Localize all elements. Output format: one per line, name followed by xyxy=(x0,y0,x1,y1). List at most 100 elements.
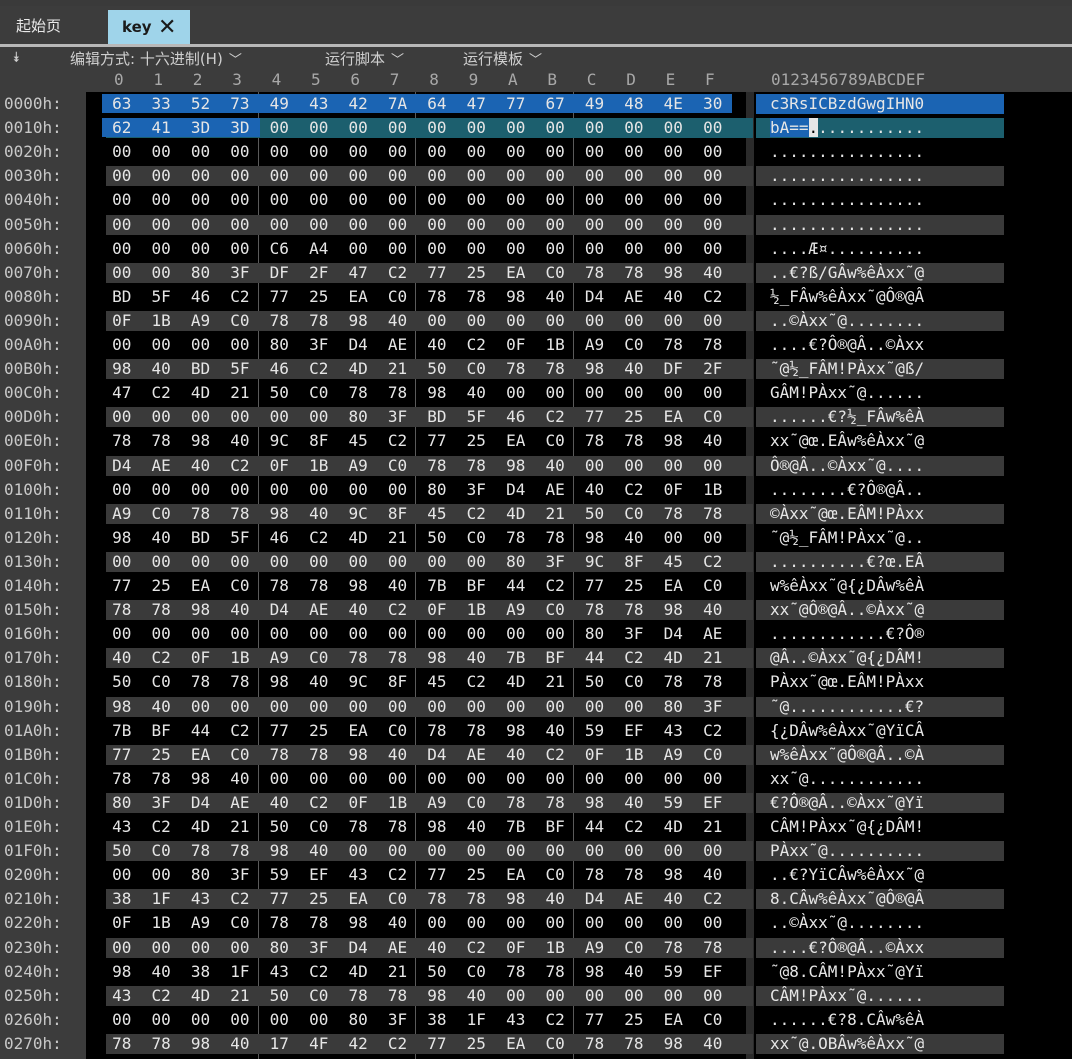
hex-byte[interactable]: 47 xyxy=(456,94,496,113)
hex-byte[interactable]: C0 xyxy=(299,648,338,667)
hex-byte[interactable]: 59 xyxy=(654,793,693,812)
hex-byte[interactable]: 25 xyxy=(299,287,338,306)
hex-byte[interactable]: 78 xyxy=(260,913,299,932)
hex-byte[interactable]: 78 xyxy=(378,817,417,836)
hex-byte[interactable]: 00 xyxy=(378,769,417,788)
hex-byte[interactable]: 40 xyxy=(693,431,732,450)
hex-byte[interactable]: 40 xyxy=(378,311,417,330)
hex-byte[interactable]: A9 xyxy=(102,504,141,523)
hex-byte[interactable]: 78 xyxy=(102,769,141,788)
hex-byte[interactable]: 50 xyxy=(102,672,141,691)
hex-byte[interactable]: 00 xyxy=(614,166,653,185)
hex-byte[interactable]: 78 xyxy=(654,938,693,957)
hex-byte[interactable]: 43 xyxy=(102,817,141,836)
hex-byte[interactable]: 43 xyxy=(299,94,339,113)
hex-byte[interactable]: 00 xyxy=(141,1010,180,1029)
hex-byte[interactable]: 98 xyxy=(496,721,535,740)
ascii-text[interactable]: ..©Àxx˜@........ xyxy=(756,913,1004,933)
hex-byte[interactable]: 00 xyxy=(220,215,259,234)
hex-byte[interactable]: 42 xyxy=(338,94,378,113)
hex-byte[interactable]: 78 xyxy=(220,841,259,860)
hex-byte[interactable]: 00 xyxy=(693,118,732,137)
hex-byte[interactable]: C2 xyxy=(378,600,417,619)
hex-byte[interactable]: 78 xyxy=(181,841,220,860)
hex-byte[interactable]: 78 xyxy=(181,672,220,691)
hex-byte[interactable]: 00 xyxy=(575,769,614,788)
hex-byte[interactable]: 00 xyxy=(614,311,653,330)
hex-byte[interactable]: 30 xyxy=(693,94,733,113)
ascii-text[interactable]: xx˜@Ô®@Â..©Àxx˜@ xyxy=(756,600,1004,621)
ascii-text[interactable]: ................ xyxy=(756,190,1004,210)
hex-byte[interactable]: 0F xyxy=(496,335,535,354)
hex-byte[interactable]: 40 xyxy=(535,721,574,740)
hex-bytes[interactable]: 78 78 98 40 D4 AE 40 C2 0F 1B A9 C0 78 78 98 40 xyxy=(106,600,753,621)
hex-byte[interactable]: 00 xyxy=(338,215,377,234)
hex-byte[interactable]: 45 xyxy=(654,552,693,571)
hex-bytes[interactable]: 00 00 00 00 00 00 00 00 00 00 00 00 00 00 00 00 xyxy=(106,214,753,235)
hex-byte[interactable]: 50 xyxy=(260,986,299,1005)
hex-byte[interactable]: 38 xyxy=(102,889,141,908)
hex-byte[interactable]: 00 xyxy=(181,480,220,499)
hex-byte[interactable]: 00 xyxy=(417,118,456,137)
hex-byte[interactable]: 1B xyxy=(535,938,574,957)
hex-byte[interactable]: 40 xyxy=(496,745,535,764)
hex-byte[interactable]: 00 xyxy=(141,335,180,354)
hex-byte[interactable]: 00 xyxy=(102,624,141,643)
hex-byte[interactable]: 00 xyxy=(299,769,338,788)
hex-byte[interactable]: 00 xyxy=(496,913,535,932)
hex-bytes[interactable]: 98 40 BD 5F 46 C2 4D 21 50 C0 78 78 98 40 DF 2F xyxy=(106,359,753,380)
hex-byte[interactable]: 43 xyxy=(102,986,141,1005)
hex-byte[interactable]: C2 xyxy=(141,648,180,667)
hex-byte[interactable]: 59 xyxy=(654,962,693,981)
hex-byte[interactable]: C0 xyxy=(378,456,417,475)
hex-byte[interactable]: 00 xyxy=(338,118,377,137)
hex-bytes[interactable]: 0F 1B A9 C0 78 78 98 40 00 00 00 00 00 00 00 00 xyxy=(106,913,753,933)
hex-byte[interactable]: 00 xyxy=(417,311,456,330)
hex-byte[interactable]: 50 xyxy=(575,504,614,523)
ascii-text[interactable]: w%êÀxx˜@{¿DÂw%êÀ xyxy=(756,576,1004,596)
hex-byte[interactable]: 50 xyxy=(417,528,456,547)
hex-byte[interactable]: 00 xyxy=(535,118,574,137)
hex-byte[interactable]: 00 xyxy=(141,215,180,234)
hex-byte[interactable]: 00 xyxy=(496,841,535,860)
hex-byte[interactable]: 00 xyxy=(378,552,417,571)
ascii-text[interactable]: @Â..©Àxx˜@{¿DÂM! xyxy=(756,648,1004,669)
hex-byte[interactable]: EA xyxy=(654,576,693,595)
hex-byte[interactable]: AE xyxy=(299,600,338,619)
hex-byte[interactable]: 40 xyxy=(220,431,259,450)
hex-byte[interactable]: 00 xyxy=(260,1010,299,1029)
hex-bytes[interactable]: 47 C2 4D 21 50 C0 78 78 98 40 00 00 00 00 00 00 xyxy=(106,383,753,403)
ascii-text[interactable]: ......€?½_FÂw%êÀ xyxy=(756,407,1004,428)
ascii-text[interactable]: CÂM!PÀxx˜@...... xyxy=(756,985,1004,1006)
hex-byte[interactable]: 40 xyxy=(693,1034,732,1053)
hex-byte[interactable]: 3F xyxy=(457,480,496,499)
hex-byte[interactable]: 00 xyxy=(535,215,574,234)
hex-byte[interactable]: 00 xyxy=(299,190,338,209)
hex-byte[interactable]: 78 xyxy=(181,504,220,523)
hex-byte[interactable]: BD xyxy=(181,528,220,547)
hex-byte[interactable]: C0 xyxy=(614,672,653,691)
hex-byte[interactable]: 00 xyxy=(181,407,220,426)
hex-byte[interactable]: AE xyxy=(457,745,496,764)
hex-byte[interactable]: 21 xyxy=(378,528,417,547)
hex-byte[interactable]: 00 xyxy=(693,913,732,932)
hex-byte[interactable]: 00 xyxy=(693,142,732,161)
hex-byte[interactable]: 98 xyxy=(654,1034,693,1053)
hex-byte[interactable]: EA xyxy=(654,407,693,426)
hex-bytes[interactable]: 00 00 00 00 00 00 00 00 00 00 00 00 00 00 00 00 xyxy=(106,142,753,162)
hex-byte[interactable]: EA xyxy=(496,263,535,282)
hex-byte[interactable]: 7B xyxy=(496,817,535,836)
hex-byte[interactable]: 00 xyxy=(102,263,141,282)
hex-byte[interactable]: A9 xyxy=(181,311,220,330)
ascii-text[interactable]: ................ xyxy=(756,142,1004,162)
hex-byte[interactable]: 9C xyxy=(260,431,299,450)
hex-byte[interactable]: C2 xyxy=(378,431,417,450)
hex-byte[interactable]: 00 xyxy=(654,239,693,258)
hex-byte[interactable]: 00 xyxy=(102,239,141,258)
hex-byte[interactable]: 98 xyxy=(417,383,456,402)
hex-byte[interactable]: 7B xyxy=(496,648,535,667)
hex-bytes[interactable]: 62 41 3D 3D 00 00 00 00 00 00 00 00 00 00 00 00 xyxy=(102,118,753,139)
hex-byte[interactable]: 4F xyxy=(299,1034,338,1053)
hex-byte[interactable]: 00 xyxy=(102,166,141,185)
hex-byte[interactable]: 25 xyxy=(457,865,496,884)
